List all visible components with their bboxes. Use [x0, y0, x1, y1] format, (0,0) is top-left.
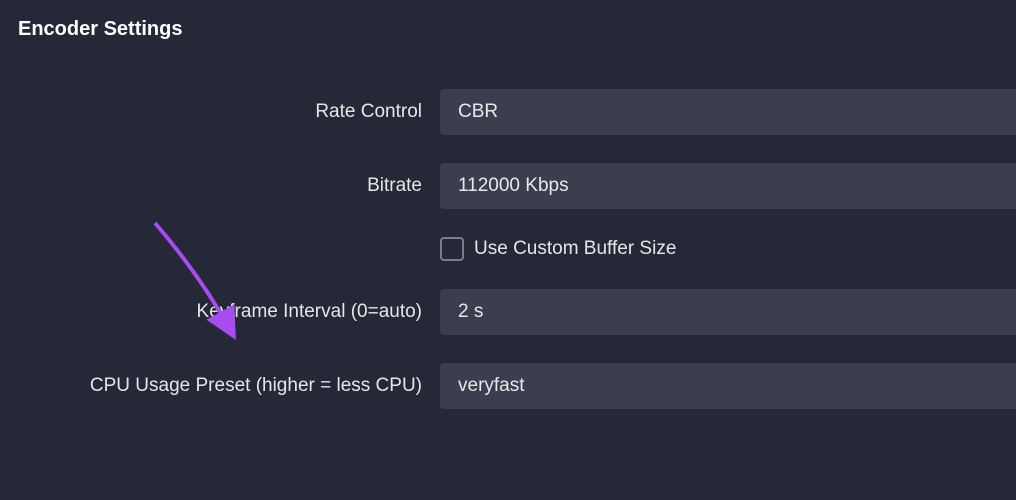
row-bitrate: Bitrate 112000 Kbps — [0, 163, 1016, 209]
label-rate-control: Rate Control — [0, 101, 440, 123]
row-rate-control: Rate Control CBR — [0, 89, 1016, 135]
label-cpu-preset: CPU Usage Preset (higher = less CPU) — [0, 375, 440, 397]
checkbox-custom-buffer[interactable]: Use Custom Buffer Size — [440, 237, 1016, 261]
input-keyframe[interactable]: 2 s — [440, 289, 1016, 335]
select-cpu-preset[interactable]: veryfast — [440, 363, 1016, 409]
section-title: Encoder Settings — [0, 0, 1016, 41]
label-keyframe: Keyframe Interval (0=auto) — [0, 301, 440, 323]
row-custom-buffer: Use Custom Buffer Size — [0, 237, 1016, 261]
encoder-form: Rate Control CBR Bitrate 112000 Kbps Use… — [0, 41, 1016, 409]
checkbox-label-custom-buffer: Use Custom Buffer Size — [474, 238, 676, 260]
row-keyframe: Keyframe Interval (0=auto) 2 s — [0, 289, 1016, 335]
row-cpu-preset: CPU Usage Preset (higher = less CPU) ver… — [0, 363, 1016, 409]
input-bitrate[interactable]: 112000 Kbps — [440, 163, 1016, 209]
checkbox-box-icon — [440, 237, 464, 261]
label-bitrate: Bitrate — [0, 175, 440, 197]
select-rate-control[interactable]: CBR — [440, 89, 1016, 135]
